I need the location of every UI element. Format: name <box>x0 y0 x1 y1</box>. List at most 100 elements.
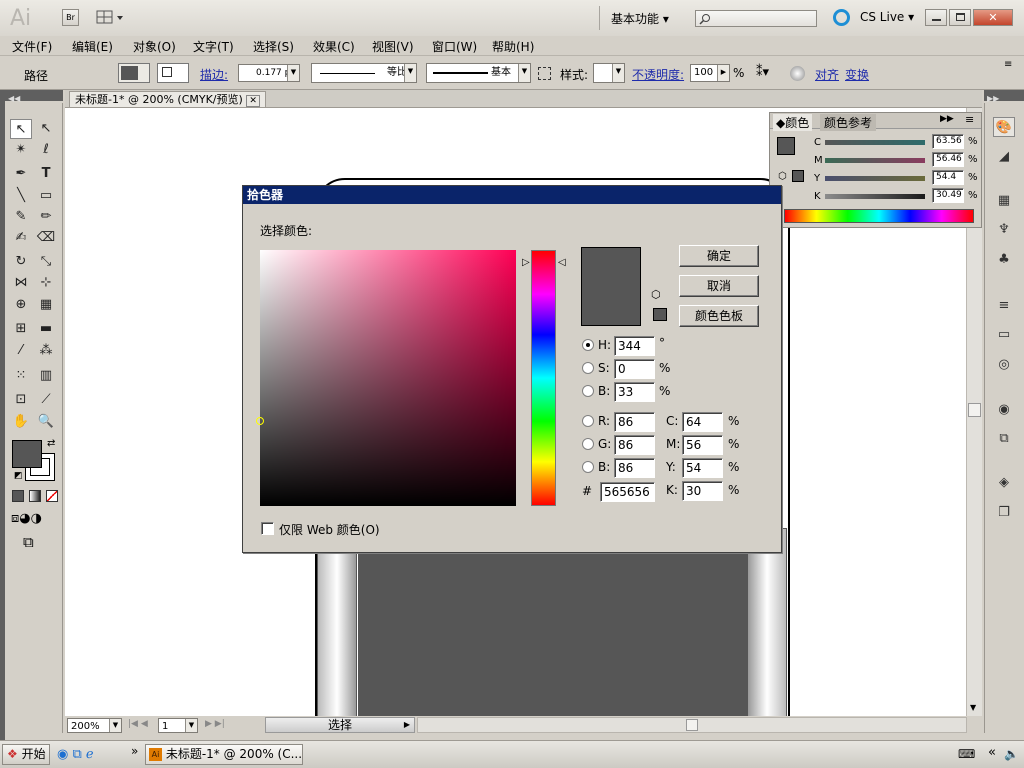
chevron-down-icon[interactable]: ▼ <box>612 64 624 82</box>
gradient-icon[interactable]: ▭ <box>993 325 1015 345</box>
default-colors-icon[interactable]: ◩ <box>14 471 23 481</box>
menu-object[interactable]: 对象(O) <box>133 38 176 55</box>
hue-slider[interactable] <box>531 250 556 506</box>
minimize-button[interactable] <box>925 9 947 26</box>
cmyk-c-field[interactable]: 64 <box>682 412 723 432</box>
document-setup-icon[interactable] <box>790 66 805 81</box>
out-of-gamut-icon[interactable]: ⬡ <box>778 171 787 182</box>
pen-tool-icon[interactable]: ✒ <box>10 164 32 184</box>
toolbox-header[interactable]: ◀◀ <box>5 90 63 103</box>
blob-brush-tool-icon[interactable]: ✍ <box>10 228 32 248</box>
radio-b[interactable] <box>582 385 594 397</box>
perspective-grid-tool-icon[interactable]: ▦ <box>35 295 57 315</box>
channel-y-slider[interactable] <box>825 176 925 181</box>
color-guide-tab[interactable]: 颜色参考 <box>820 114 877 131</box>
gamut-swatch[interactable] <box>792 170 804 182</box>
brightness-field[interactable]: 33 <box>614 382 655 402</box>
graphic-style-picker[interactable]: ▼ <box>593 63 625 83</box>
swatches-icon[interactable]: ▦ <box>993 191 1015 211</box>
selection-tool-icon[interactable]: ↖ <box>10 119 32 139</box>
lasso-tool-icon[interactable]: ℓ <box>35 140 57 160</box>
blend-tool-icon[interactable]: ⁂ <box>35 341 57 361</box>
symbol-sprayer-tool-icon[interactable]: ⁙ <box>10 366 32 386</box>
hand-tool-icon[interactable]: ✋ <box>10 412 32 432</box>
menu-view[interactable]: 视图(V) <box>372 38 414 55</box>
hue-slider-left-handle[interactable]: ▷ <box>522 257 530 268</box>
chevron-down-icon[interactable]: ▼ <box>287 65 299 81</box>
channel-k-slider[interactable] <box>825 194 925 199</box>
draw-mode-icons[interactable]: ⧈◕◑ <box>11 511 42 526</box>
slice-tool-icon[interactable]: ⟋ <box>35 390 57 410</box>
radio-r[interactable] <box>582 415 594 427</box>
stroke-icon[interactable]: ≡ <box>993 296 1015 316</box>
dock-header[interactable]: ▶▶ <box>984 90 1024 103</box>
panel-expand-icon[interactable]: ▶▶ <box>940 114 954 124</box>
artwork-gray-panel[interactable] <box>358 528 748 718</box>
brushes-icon[interactable]: ♆ <box>993 220 1015 240</box>
eyedropper-tool-icon[interactable]: ⁄ <box>10 341 32 361</box>
layers-icon[interactable]: ◈ <box>993 473 1015 493</box>
swap-icon[interactable]: ⇄ <box>47 438 55 449</box>
s-field[interactable]: 0 <box>614 359 655 379</box>
start-button[interactable]: ❖ 开始 <box>2 744 50 765</box>
screen-mode-icon[interactable]: ⧉ <box>23 533 34 551</box>
menu-file[interactable]: 文件(F) <box>12 38 52 55</box>
menu-effect[interactable]: 效果(C) <box>313 38 355 55</box>
artwork-right-pillar[interactable] <box>747 528 787 718</box>
menu-select[interactable]: 选择(S) <box>253 38 294 55</box>
paintbrush-tool-icon[interactable]: ✎ <box>10 207 32 227</box>
chevron-down-icon[interactable]: ▼ <box>404 64 416 82</box>
out-of-gamut-warning-icon[interactable]: ⬡ <box>651 288 661 301</box>
channel-m-slider[interactable] <box>825 158 925 163</box>
close-tab-icon[interactable]: ✕ <box>246 95 260 107</box>
symbols-icon[interactable]: ♣ <box>993 250 1015 270</box>
chevron-down-icon[interactable]: ▼ <box>185 719 197 732</box>
appearance-icon[interactable]: ◉ <box>993 400 1015 420</box>
color-guide-icon[interactable]: ◢ <box>993 147 1015 167</box>
magic-wand-tool-icon[interactable]: ✴ <box>10 140 32 160</box>
saturation-brightness-field[interactable] <box>256 250 516 506</box>
menu-type[interactable]: 文字(T) <box>193 38 234 55</box>
ok-button[interactable]: 确定 <box>679 245 759 267</box>
hue-slider-right-handle[interactable]: ◁ <box>558 257 566 268</box>
first-artboard-icon[interactable]: |◀ ◀ <box>128 719 148 729</box>
column-graph-tool-icon[interactable]: ▥ <box>35 366 57 386</box>
none-mode-icon[interactable] <box>46 490 58 502</box>
radio-blue[interactable] <box>582 461 594 473</box>
shape-builder-tool-icon[interactable]: ⊕ <box>10 295 32 315</box>
color-swatches-button[interactable]: 颜色色板 <box>679 305 759 327</box>
scroll-down-icon[interactable]: ▼ <box>970 703 976 712</box>
direct-selection-tool-icon[interactable]: ↖ <box>35 119 57 139</box>
chevron-down-icon[interactable]: ▼ <box>109 719 121 732</box>
keyboard-icon[interactable]: ⌨ <box>958 747 975 761</box>
r-field[interactable]: 86 <box>614 412 655 432</box>
select-similar-icon[interactable]: ⁑▾ <box>756 65 769 80</box>
gradient-mode-icon[interactable] <box>29 490 41 502</box>
gradient-tool-icon[interactable]: ▬ <box>35 319 57 339</box>
line-tool-icon[interactable]: ╲ <box>10 186 32 206</box>
bridge-button[interactable]: Br <box>62 9 79 26</box>
pencil-tool-icon[interactable]: ✏ <box>35 207 57 227</box>
eraser-tool-icon[interactable]: ⌫ <box>35 228 57 248</box>
align-link[interactable]: 对齐 <box>815 66 839 83</box>
artwork-left-pillar[interactable] <box>317 528 357 718</box>
stroke-weight-field[interactable]: 0.177 p ▼ <box>238 64 300 82</box>
volume-icon[interactable]: 🔈 <box>1004 747 1019 761</box>
mesh-tool-icon[interactable]: ⊞ <box>10 319 32 339</box>
artboard-tool-icon[interactable]: ⊡ <box>10 390 32 410</box>
g-field[interactable]: 86 <box>614 435 655 455</box>
channel-c-slider[interactable] <box>825 140 925 145</box>
web-colors-checkbox[interactable] <box>261 522 274 535</box>
type-tool-icon[interactable]: T <box>35 164 57 184</box>
search-input[interactable] <box>695 10 817 27</box>
rotate-tool-icon[interactable]: ↻ <box>10 252 32 272</box>
opacity-link[interactable]: 不透明度: <box>632 66 684 83</box>
panel-menu-icon[interactable]: ≡ <box>1004 59 1012 70</box>
rectangle-tool-icon[interactable]: ▭ <box>35 186 57 206</box>
fill-swatch-front[interactable] <box>12 440 42 468</box>
color-mode-icon[interactable] <box>12 490 24 502</box>
color-picker-cursor[interactable] <box>256 417 264 425</box>
panel-menu-icon[interactable]: ≡ <box>965 113 974 126</box>
width-tool-icon[interactable]: ⋈ <box>10 273 32 293</box>
color-tab[interactable]: ◆颜色 <box>773 114 813 131</box>
